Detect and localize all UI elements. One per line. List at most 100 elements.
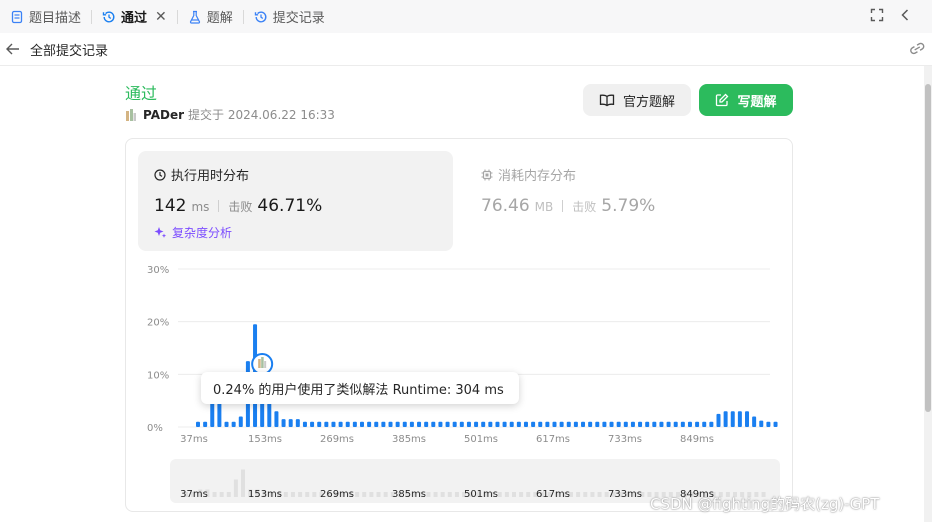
chart-bar[interactable] — [737, 411, 742, 427]
x-tick-label: 617ms — [536, 434, 570, 445]
x-tick-label: 385ms — [392, 434, 426, 445]
chart-bar[interactable] — [623, 421, 628, 427]
x-tick-label: 501ms — [464, 434, 498, 445]
mini-bar — [519, 492, 524, 497]
user-avatar-glyph — [261, 357, 264, 368]
chart-bar[interactable] — [638, 421, 643, 427]
chart-bar[interactable] — [652, 421, 657, 427]
chart-bar[interactable] — [324, 421, 329, 427]
chart-bar[interactable] — [523, 421, 528, 427]
chart-bar[interactable] — [474, 421, 479, 427]
chart-bar[interactable] — [716, 413, 721, 427]
chart-bar[interactable] — [709, 421, 714, 427]
chart-bar[interactable] — [673, 421, 678, 427]
chart-bar[interactable] — [466, 421, 471, 427]
chart-bar[interactable] — [424, 421, 429, 427]
chart-bar[interactable] — [203, 421, 208, 427]
chart-bar[interactable] — [773, 421, 778, 427]
chart-bar[interactable] — [659, 421, 664, 427]
chart-bar[interactable] — [196, 421, 200, 427]
chart-bar[interactable] — [374, 421, 379, 427]
chart-bar[interactable] — [388, 421, 393, 427]
chart-bar[interactable] — [395, 421, 400, 427]
chart-bar[interactable] — [488, 421, 493, 427]
chart-bar[interactable] — [381, 421, 386, 427]
mini-bar — [511, 492, 516, 497]
chart-bar[interactable] — [531, 421, 536, 427]
chart-bar[interactable] — [545, 421, 550, 427]
chart-bar[interactable] — [267, 403, 272, 427]
chart-bar[interactable] — [481, 421, 486, 427]
chart-bar[interactable] — [730, 411, 735, 427]
chart-bar[interactable] — [680, 421, 685, 427]
chart-bar[interactable] — [417, 421, 422, 427]
chart-bar[interactable] — [630, 421, 635, 427]
chart-bar[interactable] — [367, 421, 372, 427]
runtime-distribution-chart[interactable]: 30% 20% 10% 0% 37ms 153ms 269ms 385ms 501ms 617ms… — [0, 0, 932, 522]
chart-bar[interactable] — [310, 421, 315, 427]
chart-bar[interactable] — [516, 421, 521, 427]
chart-bar[interactable] — [602, 421, 607, 427]
chart-bar[interactable] — [588, 421, 593, 427]
mini-bar — [590, 492, 595, 497]
chart-bar[interactable] — [231, 421, 236, 427]
chart-bar[interactable] — [352, 421, 357, 427]
chart-bar[interactable] — [224, 421, 229, 427]
chart-bar[interactable] — [295, 419, 300, 427]
chart-bar[interactable] — [552, 421, 557, 427]
chart-bar[interactable] — [766, 421, 771, 427]
mini-x-tick-label: 501ms — [464, 489, 498, 500]
chart-bar[interactable] — [210, 403, 215, 427]
chart-bar[interactable] — [495, 421, 500, 427]
chart-bar[interactable] — [538, 421, 543, 427]
chart-bar[interactable] — [238, 416, 243, 427]
mini-bar — [526, 492, 531, 497]
chart-bar[interactable] — [559, 421, 564, 427]
chart-bar[interactable] — [409, 421, 414, 427]
chart-bar[interactable] — [317, 421, 322, 427]
mini-bar — [312, 492, 317, 497]
chart-bar[interactable] — [459, 421, 464, 427]
chart-bar[interactable] — [331, 421, 336, 427]
user-avatar-glyph — [258, 359, 261, 368]
chart-bar[interactable] — [452, 421, 457, 427]
chart-bar[interactable] — [217, 403, 222, 427]
chart-bar[interactable] — [666, 421, 671, 427]
chart-bar[interactable] — [687, 421, 692, 427]
mini-bar — [504, 492, 509, 497]
chart-bar[interactable] — [445, 421, 450, 427]
chart-bar[interactable] — [645, 421, 650, 427]
chart-bar[interactable] — [573, 421, 578, 427]
mini-bar — [369, 492, 374, 497]
mini-x-tick-label: 733ms — [608, 489, 642, 500]
chart-bar[interactable] — [281, 419, 286, 427]
chart-bar[interactable] — [359, 421, 364, 427]
chart-bar[interactable] — [609, 421, 614, 427]
mini-bar — [362, 492, 367, 497]
chart-bar[interactable] — [723, 411, 728, 427]
chart-bar[interactable] — [402, 421, 407, 427]
chart-bar[interactable] — [260, 403, 265, 427]
chart-bar[interactable] — [702, 421, 707, 427]
chart-bar[interactable] — [752, 416, 757, 427]
chart-bar[interactable] — [274, 411, 279, 427]
chart-bar[interactable] — [338, 421, 343, 427]
chart-bar[interactable] — [502, 421, 507, 427]
chart-bar[interactable] — [616, 421, 621, 427]
chart-bar[interactable] — [759, 420, 764, 427]
mini-bar — [583, 492, 588, 497]
x-tick-label: 153ms — [248, 434, 282, 445]
chart-bar[interactable] — [695, 421, 700, 427]
chart-bar[interactable] — [581, 421, 586, 427]
mini-bar — [212, 492, 217, 497]
chart-bar[interactable] — [302, 421, 307, 427]
mini-bar — [226, 492, 231, 497]
chart-bar[interactable] — [509, 421, 514, 427]
chart-bar[interactable] — [595, 421, 600, 427]
chart-bar[interactable] — [431, 421, 436, 427]
chart-bar[interactable] — [345, 421, 350, 427]
chart-bar[interactable] — [566, 421, 571, 427]
chart-bar[interactable] — [288, 419, 293, 427]
chart-bar[interactable] — [438, 421, 443, 427]
chart-bar[interactable] — [745, 411, 750, 427]
